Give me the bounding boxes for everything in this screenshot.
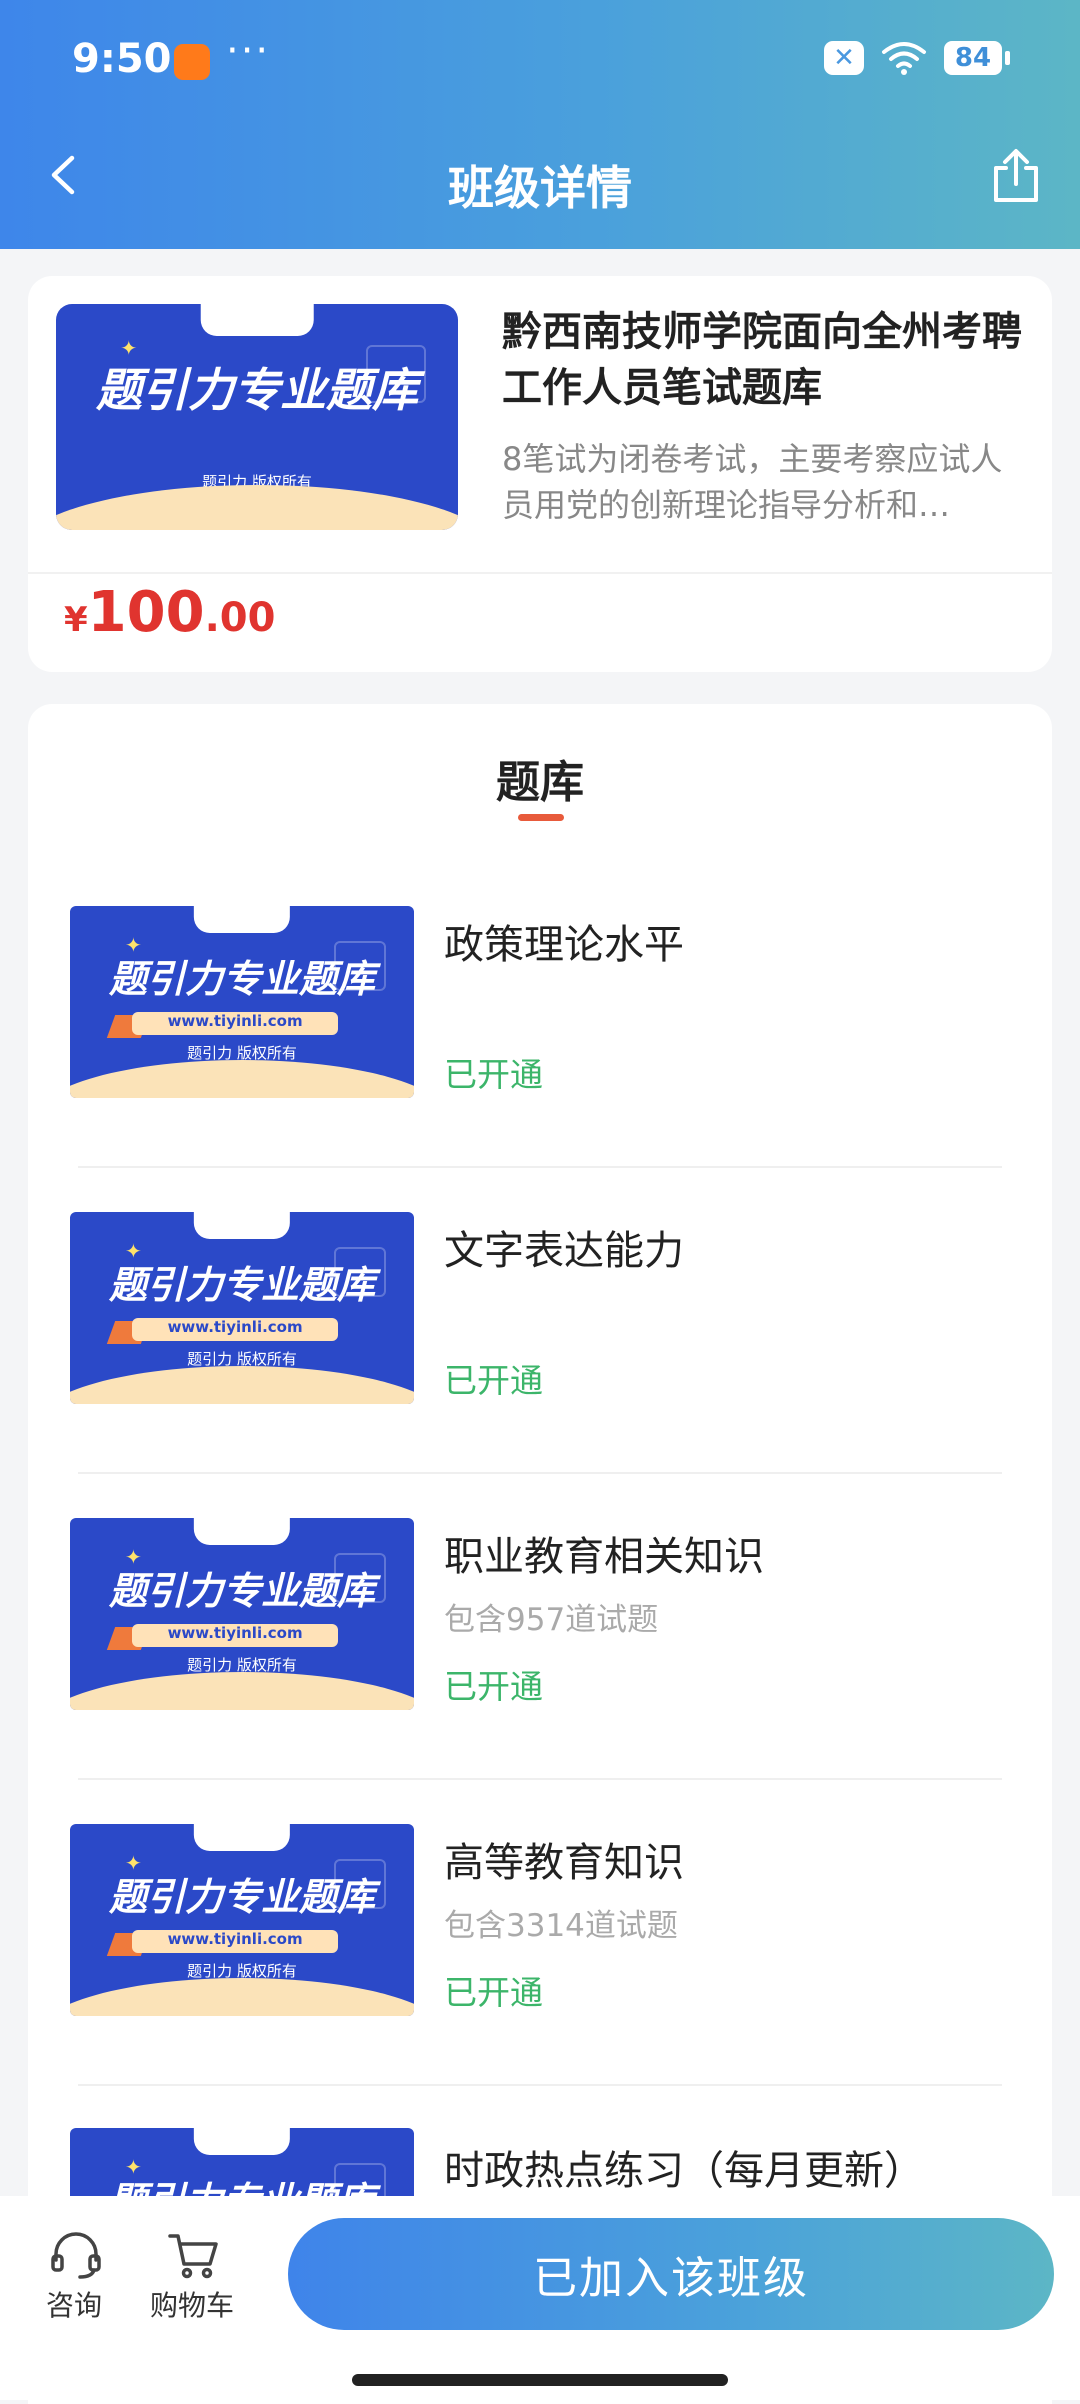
- course-price: ¥100.00: [64, 580, 275, 645]
- share-button[interactable]: [990, 148, 1042, 204]
- battery-indicator: 84: [944, 41, 1010, 75]
- cover-logo-tab: [193, 906, 291, 933]
- cover-title: 题引力专业题库: [108, 1569, 375, 1614]
- status-indicators: ✕ 84: [824, 40, 1010, 76]
- bank-name: 时政热点练习（每月更新）: [444, 2148, 924, 2194]
- app-header: 9:50 ··· ✕ 84 班级详情: [0, 0, 1080, 249]
- cover-url: www.tiyinli.com: [131, 1317, 339, 1341]
- page-title: 班级详情: [448, 161, 632, 215]
- list-item[interactable]: ✦ 题引力专业题库 www.tiyinli.com 题引力 版权所有 高等教育知…: [28, 1780, 1052, 2086]
- tab-question-bank[interactable]: 题库: [0, 746, 1080, 810]
- wifi-icon: [882, 42, 926, 75]
- cover-url: www.tiyinli.com: [131, 1623, 339, 1647]
- cover-logo-tab: [200, 304, 314, 336]
- course-card: ✦ 题引力专业题库 题引力 版权所有 黔西南技师学院面向全州考聘工作人员笔试题库…: [28, 276, 1052, 672]
- status-badge: 已开通: [444, 1055, 543, 1094]
- cover-wave: [70, 1977, 414, 2016]
- cover-url: www.tiyinli.com: [131, 1929, 339, 1953]
- cover-logo-tab: [193, 1518, 291, 1545]
- home-indicator: [352, 2374, 728, 2386]
- cover-title: 题引力专业题库: [108, 1875, 375, 1920]
- price-integer: 100: [87, 580, 205, 645]
- status-badge: 已开通: [444, 1973, 543, 2012]
- join-class-button[interactable]: 已加入该班级: [288, 2218, 1054, 2330]
- list-item[interactable]: ✦ 题引力专业题库 www.tiyinli.com 题引力 版权所有 政策理论水…: [28, 862, 1052, 1168]
- bottom-action-bar: 咨询 购物车 已加入该班级: [0, 2196, 1080, 2400]
- list-item[interactable]: ✦ 题引力专业题库 www.tiyinli.com 题引力 版权所有 职业教育相…: [28, 1474, 1052, 1780]
- bank-cover-image: ✦ 题引力专业题库 www.tiyinli.com 题引力 版权所有: [70, 906, 414, 1098]
- bank-question-count: 包含3314道试题: [444, 1908, 678, 1944]
- status-badge: 已开通: [444, 1667, 543, 1706]
- status-badge: 已开通: [444, 1361, 543, 1400]
- list-item[interactable]: ✦ 题引力专业题库 www.tiyinli.com 题引力 版权所有 文字表达能…: [28, 1168, 1052, 1474]
- shopping-bag-icon: [174, 44, 210, 80]
- headset-icon: [51, 2232, 101, 2279]
- cover-wave: [70, 1059, 414, 1098]
- share-icon: [994, 149, 1038, 202]
- bank-cover-image: ✦ 题引力专业题库 www.tiyinli.com 题引力 版权所有: [70, 1212, 414, 1404]
- divider: [28, 572, 1052, 574]
- bank-cover-image: ✦ 题引力专业题库 www.tiyinli.com 题引力 版权所有: [70, 1824, 414, 2016]
- tab-active-indicator: [518, 814, 564, 821]
- cover-wave: [70, 1671, 414, 1710]
- course-title: 黔西南技师学院面向全州考聘工作人员笔试题库: [502, 309, 1022, 411]
- cover-logo-tab: [193, 1212, 291, 1239]
- price-decimal: .00: [204, 595, 276, 641]
- cart-label: 购物车: [150, 2289, 235, 2322]
- cover-wave: [70, 1365, 414, 1404]
- cover-logo-tab: [193, 1824, 291, 1851]
- status-time: 9:50: [72, 36, 172, 82]
- bank-question-count: 包含957道试题: [444, 1602, 659, 1638]
- bank-cover-image: ✦ 题引力专业题库 www.tiyinli.com 题引力 版权所有: [70, 1518, 414, 1710]
- cart-icon: [168, 2234, 218, 2279]
- bank-name: 文字表达能力: [444, 1228, 684, 1274]
- bank-name: 高等教育知识: [444, 1840, 684, 1886]
- course-description: 8笔试为闭卷考试，主要考察应试人员用党的创新理论指导分析和…: [502, 440, 1003, 524]
- bank-name: 政策理论水平: [444, 922, 684, 968]
- consult-label: 咨询: [46, 2289, 103, 2322]
- price-currency: ¥: [64, 600, 88, 640]
- bank-name: 职业教育相关知识: [444, 1534, 764, 1580]
- cover-url: www.tiyinli.com: [131, 1011, 339, 1035]
- cover-title: 题引力专业题库: [108, 1263, 375, 1308]
- close-icon: ✕: [824, 41, 864, 75]
- status-more-dots: ···: [226, 28, 271, 74]
- cover-logo-tab: [193, 2128, 291, 2155]
- cover-title: 题引力专业题库: [96, 362, 418, 417]
- course-cover-image: ✦ 题引力专业题库 题引力 版权所有: [56, 304, 458, 530]
- cover-title: 题引力专业题库: [108, 957, 375, 1002]
